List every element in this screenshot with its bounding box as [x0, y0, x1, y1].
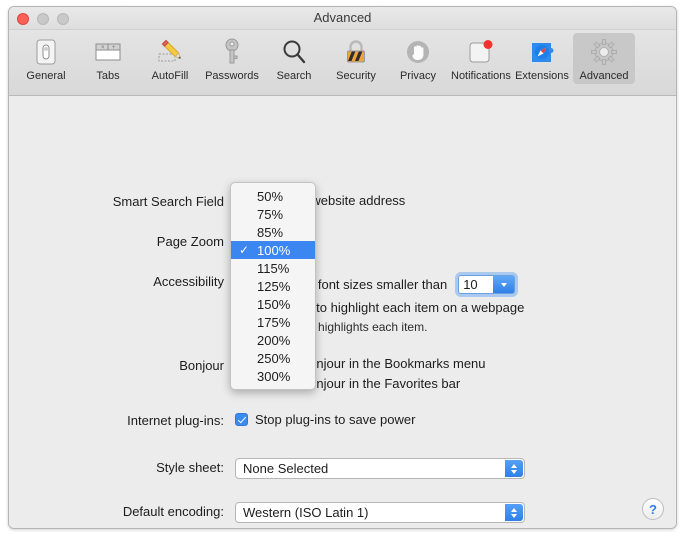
menu-item-zoom[interactable]: 75%	[231, 205, 315, 223]
chevron-down-icon[interactable]	[493, 276, 515, 293]
menu-item-zoom[interactable]: 115%	[231, 259, 315, 277]
menu-item-label: 115%	[257, 260, 290, 276]
svg-text:×: ×	[101, 45, 105, 51]
font-size-value[interactable]: 10	[459, 276, 494, 293]
page-zoom-label: Page Zoom	[156, 234, 224, 249]
menu-item-zoom[interactable]: 125%	[231, 277, 315, 295]
page-zoom-label-wrap: Page Zoom	[9, 234, 224, 249]
menu-item-label: 300%	[257, 368, 291, 384]
default-encoding-value: Western (ISO Latin 1)	[243, 505, 369, 520]
font-size-combo-focus-ring: 10	[455, 272, 519, 297]
internet-plugins-row: Stop plug-ins to save power	[235, 412, 415, 427]
toolbar-item-label: Tabs	[96, 70, 120, 82]
svg-text:+: +	[112, 45, 116, 51]
font-size-combo[interactable]: 10	[458, 275, 516, 294]
toolbar-item-passwords[interactable]: Passwords	[201, 33, 263, 84]
stop-plugins-checkbox[interactable]	[235, 413, 248, 426]
toolbar-item-notifications[interactable]: Notifications	[449, 33, 511, 84]
toolbar-item-tabs[interactable]: × + Tabs	[77, 33, 139, 84]
checkmark-icon: ✓	[239, 243, 250, 257]
chevron-updown-icon	[505, 460, 523, 477]
toolbar-item-advanced[interactable]: Advanced	[573, 33, 635, 84]
advanced-gear-icon	[575, 36, 633, 68]
toolbar-item-label: Advanced	[579, 70, 629, 82]
menu-item-label: 125%	[257, 278, 291, 294]
menu-item-zoom[interactable]: 85%	[231, 223, 315, 241]
toolbar-item-autofill[interactable]: AutoFill	[139, 33, 201, 84]
window-titlebar[interactable]: Advanced	[9, 7, 676, 30]
menu-item-zoom[interactable]: 175%	[231, 313, 315, 331]
accessibility-label-wrap: Accessibility	[9, 274, 224, 289]
menu-item-zoom[interactable]: 200%	[231, 331, 315, 349]
toolbar-item-privacy[interactable]: Privacy	[387, 33, 449, 84]
toolbar-item-label: Privacy	[399, 70, 437, 82]
menu-item-label: 85%	[257, 224, 284, 240]
notifications-icon	[451, 36, 509, 68]
search-icon	[265, 36, 323, 68]
toolbar-item-extensions[interactable]: Extensions	[511, 33, 573, 84]
general-icon	[17, 36, 75, 68]
menu-item-label: 100%	[257, 242, 291, 258]
menu-item-label: 50%	[257, 188, 284, 204]
menu-item-zoom[interactable]: 50%	[231, 187, 315, 205]
default-encoding-label-wrap: Default encoding:	[9, 504, 224, 519]
page-zoom-dropdown-menu: 50% 75% 85% ✓ 100% 115% 125% 150% 175% 2…	[230, 182, 316, 390]
security-lock-icon	[327, 36, 385, 68]
autofill-icon	[141, 36, 199, 68]
chevron-updown-icon	[505, 504, 523, 521]
advanced-settings-pane: Smart Search Field Show full website add…	[9, 96, 676, 528]
toolbar-item-label: AutoFill	[151, 70, 189, 82]
passwords-key-icon	[203, 36, 261, 68]
toolbar-item-label: General	[26, 70, 66, 82]
tabs-icon: × +	[79, 36, 137, 68]
preferences-toolbar: General × + Tabs AutoFill Passwords Sear…	[9, 30, 676, 96]
window-title: Advanced	[313, 10, 372, 25]
preferences-window: Advanced General × + Tabs AutoFill Passw…	[8, 6, 677, 529]
toolbar-item-general[interactable]: General	[15, 33, 77, 84]
stop-plugins-label[interactable]: Stop plug-ins to save power	[255, 412, 415, 427]
default-encoding-label: Default encoding:	[122, 504, 224, 519]
menu-item-label: 175%	[257, 314, 291, 330]
menu-item-label: 250%	[257, 350, 291, 366]
toolbar-item-search[interactable]: Search	[263, 33, 325, 84]
accessibility-label: Accessibility	[153, 274, 224, 289]
default-encoding-popup-button[interactable]: Western (ISO Latin 1)	[235, 502, 525, 523]
style-sheet-popup-button[interactable]: None Selected	[235, 458, 525, 479]
bonjour-label: Bonjour	[179, 358, 224, 373]
menu-item-zoom[interactable]: 150%	[231, 295, 315, 313]
bonjour-label-wrap: Bonjour	[9, 358, 224, 373]
style-sheet-label: Style sheet:	[156, 460, 224, 475]
menu-item-zoom[interactable]: 250%	[231, 349, 315, 367]
toolbar-item-label: Security	[336, 70, 376, 82]
menu-item-label: 200%	[257, 332, 291, 348]
privacy-hand-icon	[389, 36, 447, 68]
internet-plugins-label: Internet plug-ins:	[127, 413, 224, 428]
smart-search-field-label-wrap: Smart Search Field	[9, 194, 224, 209]
style-sheet-label-wrap: Style sheet:	[9, 460, 224, 475]
toolbar-item-security[interactable]: Security	[325, 33, 387, 84]
menu-item-label: 150%	[257, 296, 291, 312]
help-button[interactable]: ?	[642, 498, 664, 520]
menu-item-zoom-selected[interactable]: ✓ 100%	[231, 241, 315, 259]
menu-item-zoom[interactable]: 300%	[231, 367, 315, 385]
menu-item-label: 75%	[257, 206, 284, 222]
toolbar-item-label: Passwords	[205, 70, 259, 82]
extensions-icon	[513, 36, 571, 68]
toolbar-item-label: Extensions	[515, 70, 569, 82]
toolbar-item-label: Notifications	[451, 70, 511, 82]
toolbar-item-label: Search	[276, 70, 312, 82]
internet-plugins-label-wrap: Internet plug-ins:	[9, 413, 224, 428]
style-sheet-value: None Selected	[243, 461, 329, 476]
screenshot-root: Advanced General × + Tabs AutoFill Passw…	[0, 0, 683, 539]
smart-search-field-label: Smart Search Field	[112, 194, 224, 209]
